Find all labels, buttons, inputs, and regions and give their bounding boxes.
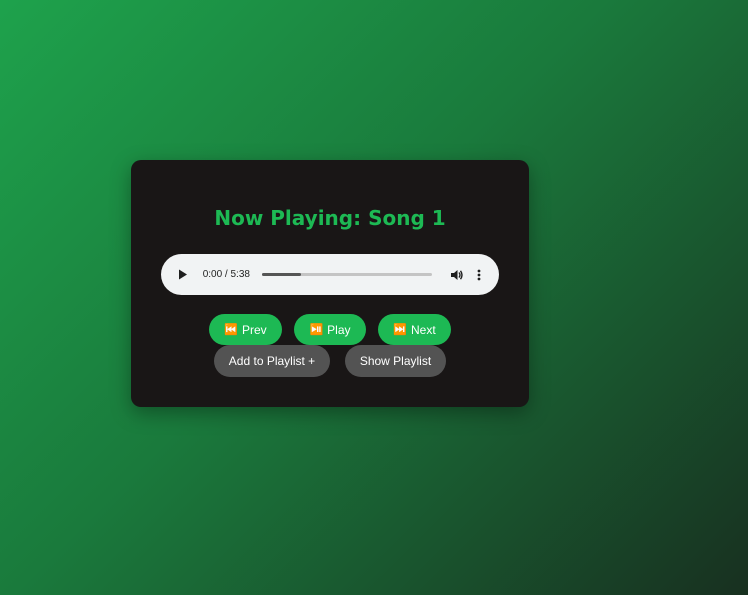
audio-progress-bar[interactable]	[261, 273, 432, 276]
now-playing-title: Now Playing: Song 1	[214, 206, 446, 230]
rewind-icon: ⏮️	[224, 324, 238, 336]
play-button[interactable]: ⏯️ Play	[294, 314, 366, 345]
more-options-icon[interactable]	[473, 267, 485, 283]
show-playlist-button[interactable]: Show Playlist	[345, 345, 446, 377]
play-icon[interactable]	[175, 267, 191, 283]
volume-icon[interactable]	[450, 267, 466, 283]
next-button-label: Next	[411, 322, 436, 337]
audio-time-display: 0:00 / 5:38	[202, 269, 250, 280]
audio-player[interactable]: 0:00 / 5:38	[161, 254, 499, 295]
prev-button[interactable]: ⏮️ Prev	[209, 314, 282, 345]
fast-forward-icon: ⏭️	[393, 324, 407, 336]
prev-button-label: Prev	[242, 322, 267, 337]
player-card: Now Playing: Song 1 0:00 / 5:38 ⏮️ Prev	[131, 160, 529, 407]
play-pause-icon: ⏯️	[309, 324, 324, 336]
play-button-label: Play	[327, 322, 351, 337]
add-to-playlist-button[interactable]: Add to Playlist +	[214, 345, 330, 377]
audio-progress-fill	[261, 273, 301, 276]
next-button[interactable]: ⏭️ Next	[378, 314, 451, 345]
